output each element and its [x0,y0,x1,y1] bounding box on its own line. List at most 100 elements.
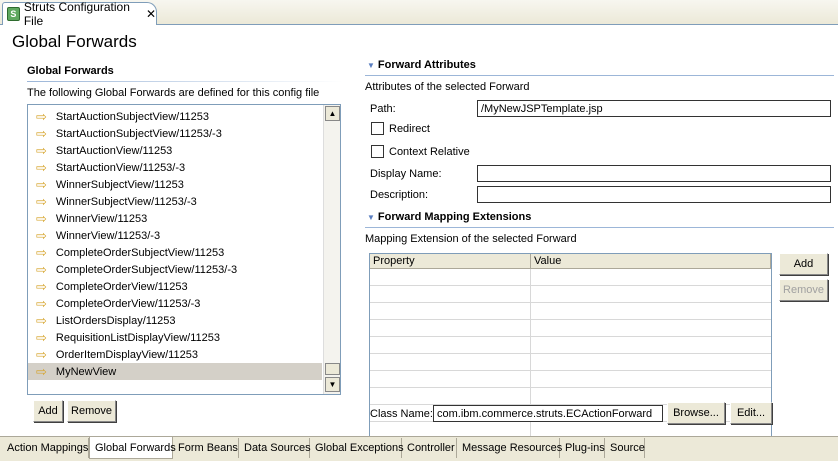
forward-arrow-icon: ⇨ [36,245,47,260]
mapping-extensions-description: Mapping Extension of the selected Forwar… [365,233,577,245]
forward-arrow-icon: ⇨ [36,109,47,124]
forward-arrow-icon: ⇨ [36,347,47,362]
editor-body: Global Forwards Global Forwards The foll… [0,25,838,444]
section-divider [365,227,834,228]
page-tab-data-sources[interactable]: Data Sources [239,438,311,458]
class-name-label: Class Name: [370,408,433,420]
table-row[interactable] [370,269,771,286]
forward-attributes-title-text: Forward Attributes [377,59,476,71]
list-item-label: OrderItemDisplayView/11253 [55,348,198,361]
list-scrollbar[interactable]: ▲ ▼ [323,105,340,394]
add-forward-button[interactable]: Add [33,400,63,422]
browse-button[interactable]: Browse... [667,402,725,424]
redirect-checkbox[interactable] [371,122,384,135]
list-item-label: ListOrdersDisplay/11253 [55,314,176,327]
struts-config-file-icon: S [7,7,20,21]
scroll-down-icon[interactable]: ▼ [325,377,340,392]
list-item[interactable]: ⇨ StartAuctionView/11253/-3 [28,159,322,176]
table-row[interactable] [370,354,771,371]
mapping-extensions-section-title[interactable]: ▼ Forward Mapping Extensions [367,211,531,223]
list-item[interactable]: ⇨ StartAuctionSubjectView/11253/-3 [28,125,322,142]
list-item-label: StartAuctionSubjectView/11253 [55,110,209,123]
table-row[interactable] [370,371,771,388]
forward-attributes-section-title[interactable]: ▼ Forward Attributes [367,59,476,71]
description-label: Description: [370,189,429,201]
page-tab-form-beans[interactable]: Form Beans [173,438,239,458]
global-forwards-section-title: Global Forwards [27,65,114,77]
forward-arrow-icon: ⇨ [36,330,47,345]
list-item[interactable]: ⇨ WinnerView/11253 [28,210,322,227]
context-relative-label: Context Relative [389,146,470,158]
page-tab-message-resources[interactable]: Message Resources [457,438,562,458]
list-item[interactable]: ⇨ WinnerSubjectView/11253 [28,176,322,193]
remove-forward-button[interactable]: Remove [67,400,116,422]
class-name-field[interactable]: com.ibm.commerce.struts.ECActionForward [433,405,663,422]
list-item[interactable]: ⇨ WinnerView/11253/-3 [28,227,322,244]
table-row[interactable] [370,320,771,337]
scroll-up-icon[interactable]: ▲ [325,106,340,121]
forward-arrow-icon: ⇨ [36,211,47,226]
editor-tab-struts-config[interactable]: S Struts Configuration File ✕ [2,0,157,28]
editor-tab-bar: S Struts Configuration File ✕ [0,0,838,28]
list-item-label: WinnerSubjectView/11253/-3 [55,195,197,208]
global-forwards-list[interactable]: ⇨ StartAuctionSubjectView/11253 ⇨ StartAuct… [27,104,341,395]
page-tab-global-forwards[interactable]: Global Forwards [89,437,176,459]
forward-attributes-description: Attributes of the selected Forward [365,81,530,93]
editor-page-tabs: Action Mappings Global Forwards Form Beans… [0,436,838,461]
page-tab-controller[interactable]: Controller [402,438,457,458]
list-item-label: WinnerView/11253/-3 [55,229,161,242]
remove-extension-button[interactable]: Remove [779,279,828,301]
editor-tab-title: Struts Configuration File [23,0,130,28]
description-field[interactable] [477,186,831,203]
list-item[interactable]: ⇨ RequisitionListDisplayView/11253 [28,329,322,346]
column-header-value[interactable]: Value [531,254,771,269]
list-item[interactable]: ⇨ StartAuctionView/11253 [28,142,322,159]
list-item-label: StartAuctionView/11253/-3 [55,161,186,174]
table-row[interactable] [370,286,771,303]
context-relative-checkbox[interactable] [371,145,384,158]
global-forwards-description: The following Global Forwards are define… [27,87,320,99]
forward-arrow-icon: ⇨ [36,177,47,192]
collapse-triangle-icon[interactable]: ▼ [367,213,375,222]
display-name-field[interactable] [477,165,831,182]
page-tab-global-exceptions[interactable]: Global Exceptions [310,438,404,458]
table-row[interactable] [370,303,771,320]
path-field[interactable]: /MyNewJSPTemplate.jsp [477,100,831,117]
list-item[interactable]: ⇨ CompleteOrderView/11253/-3 [28,295,322,312]
scroll-thumb[interactable] [325,363,340,375]
page-tab-source[interactable]: Source [605,438,645,458]
list-item-label: CompleteOrderView/11253 [55,280,188,293]
forward-arrow-icon: ⇨ [36,194,47,209]
list-item[interactable]: ⇨ ListOrdersDisplay/11253 [28,312,322,329]
list-item[interactable]: ⇨ CompleteOrderSubjectView/11253 [28,244,322,261]
forward-arrow-icon: ⇨ [36,364,47,379]
list-item[interactable]: ⇨ CompleteOrderView/11253 [28,278,322,295]
column-header-property[interactable]: Property [370,254,531,269]
forward-arrow-icon: ⇨ [36,313,47,328]
redirect-label: Redirect [389,123,430,135]
list-item-label: StartAuctionView/11253 [55,144,173,157]
forward-arrow-icon: ⇨ [36,279,47,294]
list-item[interactable]: ⇨ StartAuctionSubjectView/11253 [28,108,322,125]
list-item-label: WinnerView/11253 [55,212,148,225]
list-item[interactable]: ⇨ WinnerSubjectView/11253/-3 [28,193,322,210]
list-item[interactable]: ⇨ OrderItemDisplayView/11253 [28,346,322,363]
list-item[interactable]: ⇨ MyNewView [28,363,322,380]
list-item-label: MyNewView [55,365,117,378]
forward-arrow-icon: ⇨ [36,160,47,175]
section-divider [365,75,834,76]
close-icon[interactable]: ✕ [146,7,156,21]
collapse-triangle-icon[interactable]: ▼ [367,61,375,70]
add-extension-button[interactable]: Add [779,253,828,275]
path-label: Path: [370,103,396,115]
forward-arrow-icon: ⇨ [36,296,47,311]
page-tab-action-mappings[interactable]: Action Mappings [2,438,89,458]
forward-arrow-icon: ⇨ [36,262,47,277]
list-item[interactable]: ⇨ CompleteOrderSubjectView/11253/-3 [28,261,322,278]
list-item-label: CompleteOrderSubjectView/11253/-3 [55,263,238,276]
table-row[interactable] [370,337,771,354]
forward-arrow-icon: ⇨ [36,143,47,158]
list-item-label: WinnerSubjectView/11253 [55,178,184,191]
edit-button[interactable]: Edit... [730,402,772,424]
page-tab-plug-ins[interactable]: Plug-ins [560,438,605,458]
